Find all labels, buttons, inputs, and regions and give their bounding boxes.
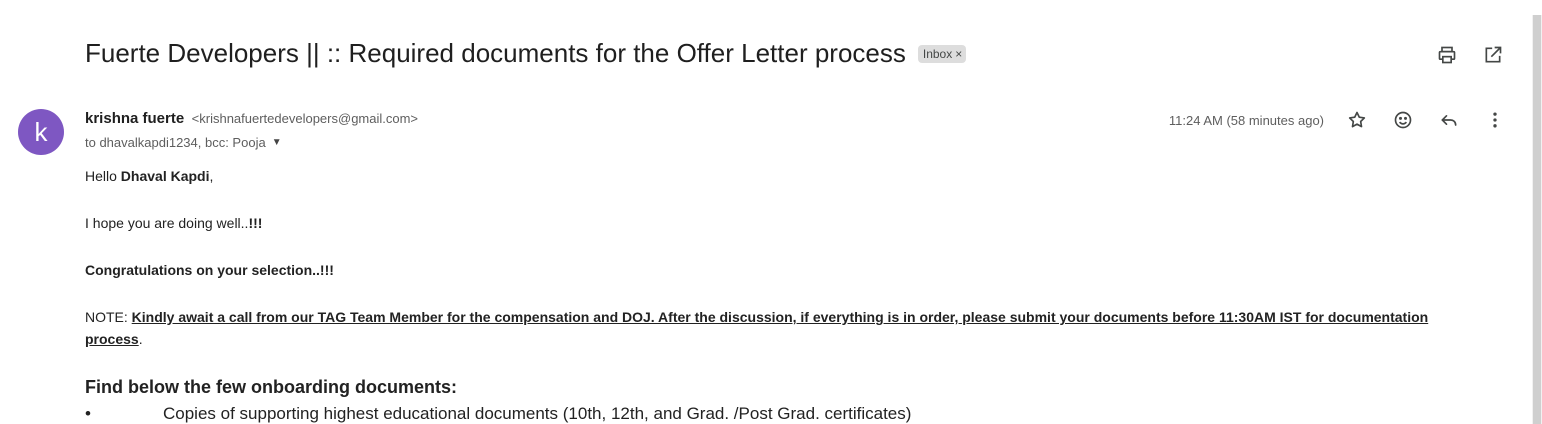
greeting-prefix: Hello xyxy=(85,168,121,184)
bullet-text: Copies of supporting highest educational… xyxy=(163,404,912,423)
greeting-line: Hello Dhaval Kapdi, xyxy=(85,165,1485,187)
email-subject-row: Fuerte Developers || :: Required documen… xyxy=(85,38,967,69)
hope-line: I hope you are doing well..!!! xyxy=(85,212,1485,234)
more-options-icon[interactable] xyxy=(1484,109,1506,131)
note-prefix: NOTE: xyxy=(85,309,132,325)
message-meta: 11:24 AM (58 minutes ago) xyxy=(1169,109,1506,131)
congrats-line: Congratulations on your selection..!!! xyxy=(85,262,334,278)
show-details-caret-icon[interactable]: ▼ xyxy=(272,137,282,148)
label-name: Inbox xyxy=(922,46,953,61)
note-text: Kindly await a call from our TAG Team Me… xyxy=(85,309,1429,347)
recipient-line: to dhavalkapdi1234, bcc: Pooja ▼ xyxy=(85,135,282,150)
greeting-suffix: , xyxy=(209,168,214,184)
sender-email: <krishnafuertedevelopers@gmail.com> xyxy=(191,111,419,126)
remove-label-icon[interactable]: × xyxy=(955,47,962,61)
note-paragraph: NOTE: Kindly await a call from our TAG T… xyxy=(85,306,1485,350)
scrollbar-thumb[interactable] xyxy=(1533,15,1541,424)
recipients-text: to dhavalkapdi1234, bcc: Pooja xyxy=(85,135,266,150)
email-subject: Fuerte Developers || :: Required documen… xyxy=(85,38,906,68)
star-icon[interactable] xyxy=(1346,109,1368,131)
inbox-label-chip[interactable]: Inbox × xyxy=(917,44,967,63)
recipient-name: Dhaval Kapdi xyxy=(120,168,210,184)
scrollbar[interactable] xyxy=(1532,15,1542,424)
sender-name[interactable]: krishna fuerte xyxy=(85,110,184,127)
list-item: • Copies of supporting highest education… xyxy=(85,404,911,424)
timestamp: 11:24 AM (58 minutes ago) xyxy=(1168,112,1324,128)
sender-line: krishna fuerte <krishnafuertedevelopers@… xyxy=(85,110,418,128)
avatar[interactable]: k xyxy=(18,109,64,155)
thread-actions xyxy=(1436,44,1504,66)
print-icon[interactable] xyxy=(1436,44,1458,66)
open-in-new-window-icon[interactable] xyxy=(1482,44,1504,66)
hope-text: I hope you are doing well.. xyxy=(85,215,249,231)
onboarding-heading: Find below the few onboarding documents: xyxy=(85,377,457,397)
hope-emphasis: !!! xyxy=(248,215,263,231)
reply-icon[interactable] xyxy=(1438,109,1460,131)
note-suffix: . xyxy=(138,331,143,347)
emoji-reaction-icon[interactable] xyxy=(1392,109,1414,131)
bullet-marker: • xyxy=(85,404,91,423)
